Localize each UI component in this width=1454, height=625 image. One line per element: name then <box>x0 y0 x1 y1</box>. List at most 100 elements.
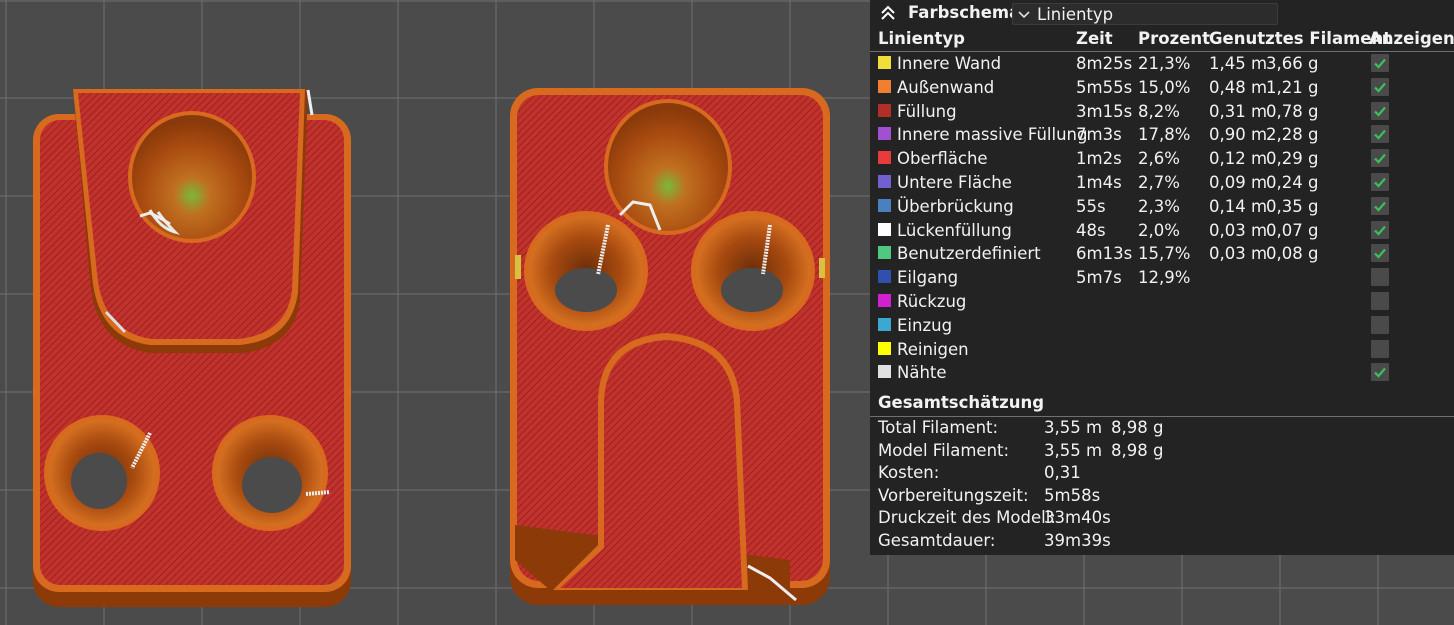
checkmark-icon <box>1374 58 1386 69</box>
line-type-name: Außenwand <box>897 77 995 97</box>
visibility-checkbox[interactable] <box>1371 149 1389 168</box>
checkmark-icon <box>1374 249 1386 260</box>
line-type-name: Lückenfüllung <box>897 220 1012 240</box>
line-type-name: Untere Fläche <box>897 173 1012 192</box>
color-swatch <box>878 222 891 236</box>
line-type-weight: 0,78 g <box>1266 101 1319 121</box>
visibility-checkbox[interactable] <box>1371 125 1389 144</box>
legend-row[interactable]: Außenwand 5m55s 15,0% 0,48 m 1,21 g <box>870 76 1454 99</box>
summary-value-1: 33m40s <box>1044 508 1111 528</box>
line-type-weight: 0,35 g <box>1266 196 1319 216</box>
line-type-name: Oberfläche <box>897 149 988 169</box>
summary-title: Gesamtschätzung <box>878 393 1045 412</box>
summary-value-2: 8,98 g <box>1111 440 1164 460</box>
legend-row[interactable]: Überbrückung 55s 2,3% 0,14 m 0,35 g <box>870 195 1454 218</box>
visibility-checkbox[interactable] <box>1371 77 1389 96</box>
color-swatch <box>878 317 891 331</box>
line-type-name: Nähte <box>897 363 947 383</box>
legend-row[interactable]: Benutzerdefiniert 6m13s 15,7% 0,03 m 0,08 g <box>870 242 1454 265</box>
line-type-length: 0,03 m <box>1209 244 1268 264</box>
line-type-name: Innere Wand <box>897 54 1002 73</box>
legend-row[interactable]: Oberfläche 1m2s 2,6% 0,12 m 0,29 g <box>870 147 1454 170</box>
visibility-checkbox[interactable] <box>1371 220 1389 239</box>
legend-row[interactable]: Reinigen <box>870 338 1454 361</box>
legend-row[interactable]: Eilgang 5m7s 12,9% <box>870 266 1454 289</box>
line-type-time: 6m13s <box>1076 244 1133 264</box>
summary-row: Vorbereitungszeit: 5m58s <box>870 485 1454 507</box>
color-swatch <box>878 127 891 141</box>
summary-row: Kosten: 0,31 <box>870 462 1454 484</box>
model-left[interactable] <box>33 89 351 607</box>
header-time: Zeit <box>1076 29 1113 48</box>
line-type-weight: 0,08 g <box>1266 244 1319 264</box>
line-type-percent: 2,3% <box>1138 196 1180 216</box>
line-type-name: Überbrückung <box>897 196 1014 216</box>
line-type-weight: 2,28 g <box>1266 125 1319 145</box>
line-type-time: 1m4s <box>1076 173 1122 192</box>
summary-value-1: 3,55 m <box>1044 418 1103 437</box>
summary-label: Total Filament: <box>878 418 999 437</box>
line-type-length: 0,03 m <box>1209 220 1268 240</box>
header-show: Anzeigen <box>1369 29 1454 48</box>
legend-row[interactable]: Lückenfüllung 48s 2,0% 0,03 m 0,07 g <box>870 219 1454 242</box>
summary-label: Vorbereitungszeit: <box>878 485 1029 505</box>
line-type-percent: 17,8% <box>1138 125 1191 145</box>
color-scheme-value: Linientyp <box>1037 5 1114 24</box>
line-type-percent: 2,0% <box>1138 220 1180 240</box>
color-scheme-dropdown[interactable]: Linientyp <box>1012 3 1278 25</box>
legend-row[interactable]: Innere massive Füllung 7m3s 17,8% 0,90 m 2,2… <box>870 123 1454 146</box>
line-type-length: 0,48 m <box>1209 77 1268 97</box>
color-swatch <box>878 56 891 69</box>
line-type-time: 5m7s <box>1076 268 1122 288</box>
legend-row[interactable]: Einzug <box>870 314 1454 337</box>
line-type-time: 7m3s <box>1076 125 1122 145</box>
checkmark-icon <box>1374 82 1386 93</box>
color-swatch <box>878 198 891 212</box>
summary-row: Druckzeit des Modell: 33m40s <box>870 507 1454 529</box>
line-type-time: 8m25s <box>1076 54 1133 73</box>
summary-value-1: 39m39s <box>1044 531 1111 550</box>
color-swatch <box>878 246 891 260</box>
line-type-name: Benutzerdefiniert <box>897 244 1041 264</box>
line-type-percent: 2,7% <box>1138 173 1180 192</box>
visibility-checkbox[interactable] <box>1371 173 1389 191</box>
legend-panel: Farbschema Linientyp Linientyp Zeit Proz… <box>870 0 1454 555</box>
legend-row[interactable]: Innere Wand 8m25s 21,3% 1,45 m 3,66 g <box>870 52 1454 75</box>
summary-value-2: 8,98 g <box>1111 418 1164 437</box>
checkmark-icon <box>1374 106 1386 117</box>
visibility-checkbox[interactable] <box>1371 268 1389 287</box>
visibility-checkbox[interactable] <box>1371 339 1389 358</box>
line-type-length: 0,31 m <box>1209 101 1268 121</box>
visibility-checkbox[interactable] <box>1371 196 1389 215</box>
legend-row[interactable]: Untere Fläche 1m4s 2,7% 0,09 m 0,24 g <box>870 171 1454 194</box>
legend-row[interactable]: Rückzug <box>870 290 1454 313</box>
visibility-checkbox[interactable] <box>1371 244 1389 263</box>
line-type-name: Reinigen <box>897 339 969 359</box>
summary-row: Model Filament: 3,55 m 8,98 g <box>870 440 1454 462</box>
header-line-type: Linientyp <box>878 29 965 48</box>
legend-row[interactable]: Nähte <box>870 361 1454 384</box>
visibility-checkbox[interactable] <box>1371 315 1389 334</box>
line-type-name: Innere massive Füllung <box>897 125 1088 145</box>
visibility-checkbox[interactable] <box>1371 54 1389 72</box>
summary-label: Kosten: <box>878 463 940 483</box>
color-swatch <box>878 103 891 117</box>
checkmark-icon <box>1374 201 1386 212</box>
summary-label: Model Filament: <box>878 440 1010 460</box>
visibility-checkbox[interactable] <box>1371 101 1389 120</box>
line-type-time: 1m2s <box>1076 149 1122 169</box>
line-type-length: 0,90 m <box>1209 125 1268 145</box>
visibility-checkbox[interactable] <box>1371 292 1389 310</box>
color-scheme-title: Farbschema <box>908 3 1021 22</box>
collapse-icon[interactable] <box>878 3 898 23</box>
line-type-time: 55s <box>1076 196 1106 216</box>
visibility-checkbox[interactable] <box>1371 363 1389 382</box>
line-type-length: 0,12 m <box>1209 149 1268 169</box>
legend-row[interactable]: Füllung 3m15s 8,2% 0,31 m 0,78 g <box>870 100 1454 123</box>
model-right[interactable] <box>510 88 830 605</box>
line-type-name: Füllung <box>897 101 957 121</box>
color-swatch <box>878 365 891 379</box>
line-type-weight: 3,66 g <box>1266 54 1319 73</box>
line-type-name: Einzug <box>897 315 953 335</box>
summary-row: Gesamtdauer: 39m39s <box>870 530 1454 552</box>
